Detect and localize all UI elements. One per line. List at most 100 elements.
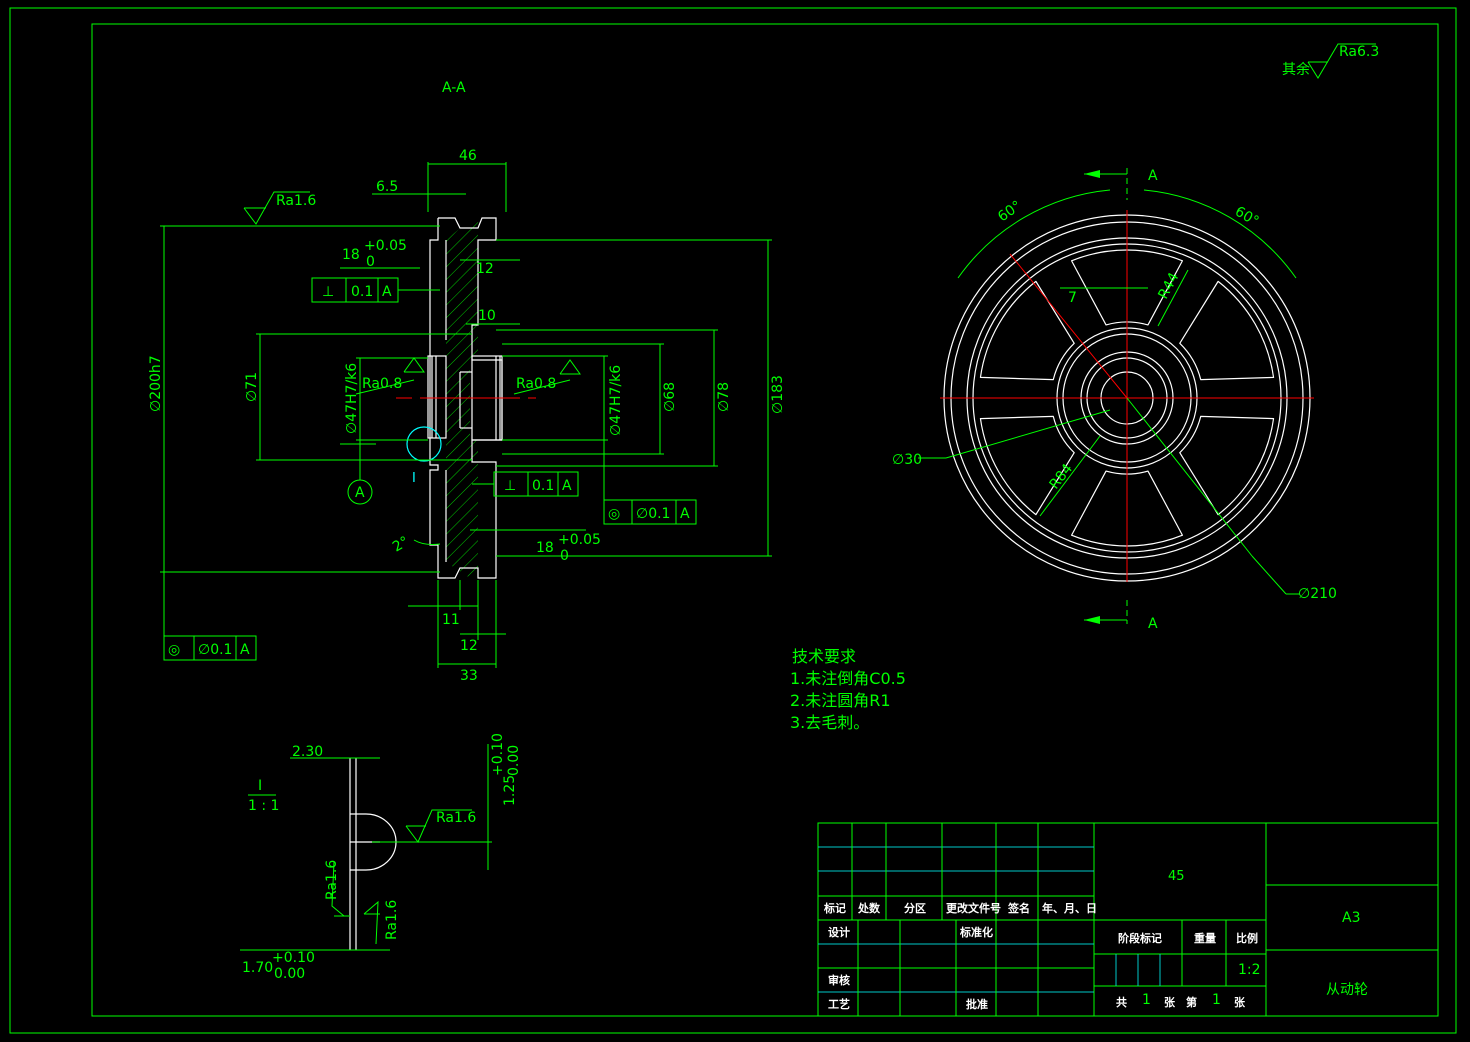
section-label: A-A: [442, 80, 466, 96]
svg-text:Ra6.3: Ra6.3: [1339, 44, 1379, 60]
svg-text:0.1: 0.1: [532, 478, 554, 494]
svg-text:标准化: 标准化: [959, 925, 993, 939]
perpendicularity-frame-1: ⊥ 0.1 A: [311, 277, 440, 303]
datum-a-marker: A: [340, 443, 376, 505]
svg-text:A3: A3: [1342, 910, 1360, 926]
svg-text:R84: R84: [1047, 461, 1077, 493]
svg-text:批准: 批准: [966, 997, 988, 1011]
svg-text:年、月、日: 年、月、日: [1042, 901, 1097, 915]
svg-text:11: 11: [442, 612, 460, 628]
spoke-window-6: [1179, 280, 1275, 381]
svg-text:+0.05: +0.05: [558, 532, 601, 548]
svg-text:∅0.1: ∅0.1: [198, 642, 232, 658]
svg-text:A: A: [1148, 616, 1158, 632]
svg-text:A: A: [355, 485, 365, 501]
svg-text:7: 7: [1068, 290, 1077, 306]
svg-text:0.1: 0.1: [351, 284, 373, 300]
svg-text:A: A: [382, 284, 392, 300]
svg-text:Ra1.6: Ra1.6: [276, 193, 316, 209]
svg-text:Ra1.6: Ra1.6: [384, 900, 400, 940]
svg-text:12: 12: [460, 638, 478, 654]
svg-text:Ra1.6: Ra1.6: [324, 860, 340, 900]
svg-text:∅47H7/k6: ∅47H7/k6: [608, 365, 624, 436]
svg-text:Ra1.6: Ra1.6: [436, 810, 476, 826]
svg-text:其余: 其余: [1282, 61, 1310, 78]
section-hatch-web: [446, 220, 470, 578]
concentricity-frame-left: ◎ ∅0.1 A: [163, 635, 257, 661]
svg-text:Ra0.8: Ra0.8: [362, 376, 402, 392]
sheet-inner-border: [91, 23, 1439, 1017]
svg-text:∅183: ∅183: [770, 375, 786, 414]
svg-text:A: A: [562, 478, 572, 494]
concentricity-frame-right: ◎ ∅0.1 A: [603, 440, 697, 525]
svg-text:∅71: ∅71: [244, 372, 260, 402]
svg-text:⊥: ⊥: [322, 284, 334, 300]
svg-text:A: A: [680, 506, 690, 522]
svg-text:10: 10: [478, 308, 496, 324]
svg-text:60°: 60°: [995, 198, 1025, 225]
svg-text:从动轮: 从动轮: [1326, 982, 1368, 998]
svg-text:3.去毛刺。: 3.去毛刺。: [790, 713, 869, 732]
svg-text:2°: 2°: [390, 534, 412, 556]
svg-text:更改文件号: 更改文件号: [946, 901, 1001, 915]
spoke-window-1: [1179, 415, 1275, 516]
svg-text:1 : 1: 1 : 1: [248, 798, 279, 814]
svg-text:审核: 审核: [828, 973, 850, 987]
svg-text:45: 45: [1168, 869, 1185, 884]
svg-text:签名: 签名: [1007, 901, 1030, 915]
svg-text:⊥: ⊥: [504, 478, 516, 494]
svg-text:比例: 比例: [1236, 931, 1258, 945]
svg-text:工艺: 工艺: [828, 997, 850, 1011]
svg-text:第: 第: [1186, 995, 1197, 1009]
title-block: 标记 处数 分区 更改文件号 签名 年、月、日 设计 标准化 审核 工艺 批准 …: [817, 822, 1439, 1017]
svg-text:1.25: 1.25: [502, 775, 518, 806]
svg-text:60°: 60°: [1232, 204, 1262, 230]
svg-text:共: 共: [1116, 995, 1127, 1009]
svg-text:0: 0: [560, 548, 569, 564]
section-view-a-a: A-A I 46 6.5 Ra1.6 ∅200h7 18 +0.05 0 ⊥ 0…: [148, 80, 786, 684]
svg-text:+0.10: +0.10: [272, 950, 315, 966]
svg-text:1.未注倒角C0.5: 1.未注倒角C0.5: [790, 669, 906, 688]
svg-text:重量: 重量: [1194, 931, 1216, 945]
svg-text:12: 12: [476, 261, 494, 277]
svg-text:0.00: 0.00: [274, 966, 305, 982]
svg-text:+0.10: +0.10: [490, 733, 506, 776]
svg-text:18: 18: [536, 540, 554, 556]
rest-roughness-symbol: 其余 Ra6.3: [1282, 43, 1379, 79]
svg-text:∅30: ∅30: [892, 452, 922, 468]
svg-text:∅200h7: ∅200h7: [148, 355, 164, 412]
svg-text:A: A: [1148, 168, 1158, 184]
svg-text:6.5: 6.5: [376, 179, 398, 195]
svg-text:设计: 设计: [828, 925, 850, 939]
svg-text:标记: 标记: [823, 901, 846, 915]
svg-text:R44: R44: [1155, 270, 1182, 302]
svg-text:1: 1: [1142, 992, 1151, 1008]
technical-requirements: 技术要求 1.未注倒角C0.5 2.未注圆角R1 3.去毛刺。: [790, 647, 906, 732]
svg-text:◎: ◎: [168, 642, 180, 658]
svg-text:分区: 分区: [904, 901, 926, 915]
svg-text:处数: 处数: [857, 901, 881, 915]
svg-text:1.70: 1.70: [242, 960, 273, 976]
sheet-outer-border: [9, 7, 1457, 1034]
svg-text:1: 1: [1212, 992, 1221, 1008]
cad-drawing: 其余 Ra6.3 A-A I 46 6.5 Ra1.6 ∅200h7 18 +0…: [9, 7, 1457, 1034]
svg-text:∅0.1: ∅0.1: [636, 506, 670, 522]
perpendicularity-frame-2: ⊥ 0.1 A: [472, 471, 579, 497]
svg-text:46: 46: [459, 148, 477, 164]
svg-text:2.未注圆角R1: 2.未注圆角R1: [790, 691, 891, 710]
svg-text:0.00: 0.00: [506, 745, 522, 776]
svg-text:∅68: ∅68: [662, 382, 678, 412]
detail-marker-circle: [406, 426, 442, 462]
svg-text:阶段标记: 阶段标记: [1118, 931, 1162, 945]
svg-text:技术要求: 技术要求: [792, 647, 856, 666]
svg-text:∅210: ∅210: [1298, 586, 1337, 602]
svg-text:33: 33: [460, 668, 478, 684]
svg-text:I: I: [412, 471, 416, 486]
svg-text:+0.05: +0.05: [364, 238, 407, 254]
svg-text:Ra0.8: Ra0.8: [516, 376, 556, 392]
svg-text:张: 张: [1164, 995, 1176, 1009]
svg-text:张: 张: [1234, 995, 1246, 1009]
spoke-window-4: [979, 280, 1075, 381]
svg-text:∅78: ∅78: [716, 382, 732, 412]
svg-text:1:2: 1:2: [1238, 962, 1261, 978]
